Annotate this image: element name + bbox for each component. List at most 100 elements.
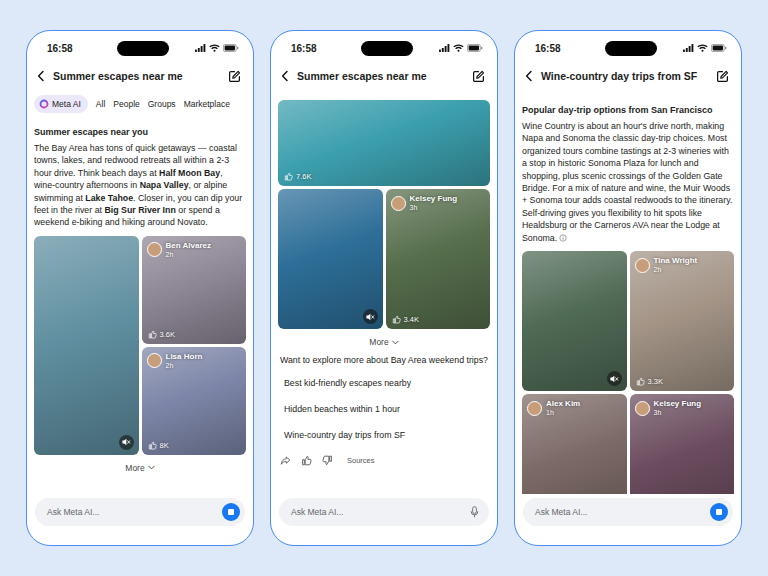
post-author: Ben Alvarez2h (147, 241, 212, 259)
share-icon[interactable] (280, 455, 291, 466)
author-text: Alex Kim1h (546, 399, 580, 417)
showcase: 16:58 Summer escapes near me Meta AI All Peo… (0, 0, 768, 576)
ask-input[interactable]: Ask Meta AI... (523, 498, 733, 526)
tab[interactable]: People (113, 99, 139, 109)
tab[interactable]: Marketplace (184, 99, 230, 109)
clock: 16:58 (47, 43, 117, 54)
tab[interactable]: Meta AI (34, 95, 88, 113)
stop-icon (228, 509, 234, 515)
avatar (147, 242, 162, 257)
post-author: Kelsey Fung3h (635, 399, 702, 417)
post-author: Tina Wright2h (635, 256, 698, 274)
new-chat-icon[interactable] (716, 70, 729, 83)
tab-label: Meta AI (52, 99, 81, 109)
status-icons (413, 44, 483, 52)
media-tile[interactable]: Alex Kim1h (522, 394, 627, 494)
like-count: 7.6K (284, 172, 311, 181)
author-text: Lisa Horn2h (166, 352, 203, 370)
mute-button[interactable] (607, 371, 622, 386)
header: Summer escapes near me (27, 61, 253, 91)
mute-button[interactable] (363, 309, 378, 324)
follow-up-prompt: Want to explore more about Bay Area week… (278, 355, 490, 365)
author-name: Tina Wright (654, 256, 698, 265)
like-count: 3.3K (636, 377, 663, 386)
like-number: 3.4K (404, 315, 419, 324)
new-chat-icon[interactable] (472, 70, 485, 83)
chat-title: Summer escapes near me (53, 70, 220, 82)
like-number: 3.3K (648, 377, 663, 386)
text-run: Half Moon Bay (159, 168, 220, 178)
like-number: 7.6K (296, 172, 311, 181)
speaker-muted-icon (365, 312, 375, 322)
ask-input[interactable]: Ask Meta AI... (35, 498, 245, 526)
chevron-down-icon (392, 340, 399, 345)
chat-title: Wine-country day trips from SF (541, 70, 708, 82)
wifi-icon (453, 44, 464, 52)
author-text: Ben Alvarez2h (166, 241, 212, 259)
battery-icon (711, 44, 727, 52)
battery-icon (467, 44, 483, 52)
media-grid: Tina Wright2h 3.3K Alex Kim1h Kelsey Fung3h (522, 251, 734, 494)
suggestion-item[interactable]: Best kid-friendly escapes nearby (278, 371, 490, 397)
like-number: 8K (160, 441, 169, 450)
ask-input[interactable]: Ask Meta AI... (279, 498, 489, 526)
media-tile[interactable] (278, 189, 383, 329)
like-count: 3.4K (392, 315, 419, 324)
answer-heading: Summer escapes near you (34, 127, 246, 137)
media-tile[interactable]: Ben Alvarez2h3.6K (142, 236, 247, 344)
avatar (635, 401, 650, 416)
chat-content: Meta AI All People Groups Marketplace Summer … (27, 91, 253, 494)
media-tile[interactable] (34, 236, 139, 455)
chat-content: Popular day-trip options from San Franci… (515, 91, 741, 494)
more-button[interactable]: More (278, 335, 490, 349)
like-icon (148, 441, 157, 450)
author-name: Alex Kim (546, 399, 580, 408)
battery-icon (223, 44, 239, 52)
speaker-muted-icon (121, 437, 131, 447)
media-tile[interactable]: Kelsey Fung3h3.4K (386, 189, 491, 329)
sources-button[interactable]: Sources (347, 456, 375, 465)
wifi-icon (697, 44, 708, 52)
thumbs-up-icon[interactable] (301, 455, 312, 466)
suggestion-item[interactable]: Wine-country day trips from SF (278, 423, 490, 449)
back-arrow-icon[interactable] (281, 70, 289, 82)
thumbs-down-icon[interactable] (322, 455, 333, 466)
media-tile[interactable]: Kelsey Fung3h (630, 394, 735, 494)
more-button[interactable]: More (34, 461, 246, 475)
post-time: 2h (654, 265, 698, 274)
new-chat-icon[interactable] (228, 70, 241, 83)
phone: 16:58 Summer escapes near me Meta AI All Peo… (26, 30, 254, 546)
status-bar: 16:58 (27, 31, 253, 61)
author-text: Tina Wright2h (654, 256, 698, 274)
suggestion-item[interactable]: Hidden beaches within 1 hour (278, 397, 490, 423)
status-bar: 16:58 (515, 31, 741, 61)
tab[interactable]: Groups (148, 99, 176, 109)
tab[interactable]: All (96, 99, 105, 109)
microphone-icon[interactable] (470, 506, 479, 518)
more-label: More (369, 337, 388, 347)
media-tile[interactable]: 7.6K (278, 100, 490, 186)
tab-label: People (113, 99, 139, 109)
info-icon[interactable] (559, 234, 567, 242)
like-icon (392, 315, 401, 324)
more-label: More (125, 463, 144, 473)
back-arrow-icon[interactable] (525, 70, 533, 82)
media-tile[interactable]: Tina Wright2h 3.3K (630, 251, 735, 391)
post-time: 2h (166, 250, 212, 259)
stop-button[interactable] (222, 503, 240, 521)
signal-icon (439, 44, 450, 52)
mute-button[interactable] (119, 435, 134, 450)
phone: 16:58 Wine-country day trips from SF Popul… (514, 30, 742, 546)
input-placeholder: Ask Meta AI... (47, 507, 99, 517)
text-run: Big Sur River Inn (104, 205, 175, 215)
search-tabs: Meta AI All People Groups Marketplace (34, 93, 246, 115)
stop-button[interactable] (710, 503, 728, 521)
speaker-muted-icon (609, 374, 619, 384)
media-tile[interactable] (522, 251, 627, 391)
status-icons (657, 44, 727, 52)
back-arrow-icon[interactable] (37, 70, 45, 82)
media-grid: Ben Alvarez2h3.6K Lisa Horn2h 8K (34, 236, 246, 455)
chat-content: 7.6K Kelsey Fung3h3.4K More Want to explore… (271, 91, 497, 494)
tab-label: Groups (148, 99, 176, 109)
media-tile[interactable]: Lisa Horn2h 8K (142, 347, 247, 455)
